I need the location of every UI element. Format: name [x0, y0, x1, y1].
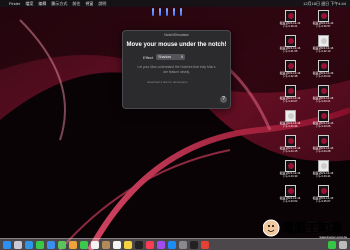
desktop-file-item[interactable]: 截圖 2021-12-16 下午4.43.02	[312, 60, 334, 78]
menu-bar: Finder 檔案 編輯 顯示方式 前往 視窗 說明 12月18日 週日 下午4…	[0, 0, 350, 7]
desktop-file-time: 下午4.44.28	[315, 149, 331, 154]
desktop-file-time: 下午4.41.55	[282, 49, 298, 54]
effect-select-value: Shadow	[158, 55, 172, 59]
desktop-file-item[interactable]: 截圖 2021-12-16 下午4.45.07	[312, 185, 334, 203]
podcasts-icon[interactable]	[157, 240, 165, 249]
messages-icon[interactable]	[36, 240, 44, 249]
menu-item-edit[interactable]: 編輯	[38, 0, 46, 7]
desktop-file-time: 下午4.44.33	[282, 174, 298, 179]
launchpad-icon[interactable]	[14, 240, 22, 249]
popup-description: Let your Mac understand the Notches that…	[137, 65, 216, 74]
contacts-icon[interactable]	[102, 240, 110, 249]
desktop-file-time: 下午4.45.07	[315, 199, 331, 204]
notch-bar-icon	[180, 8, 182, 16]
trash-icon[interactable]	[339, 240, 347, 249]
menu-item-window[interactable]: 視窗	[85, 0, 93, 7]
maps-icon[interactable]	[58, 240, 66, 249]
screenshot-thumbnail-icon	[284, 85, 296, 97]
menu-item-view[interactable]: 顯示方式	[51, 0, 67, 7]
desktop-file-item[interactable]: 截圖 2021-12-16 下午4.43.21	[312, 85, 334, 103]
desktop-file-item[interactable]: 截圖 2021-12-16 下午4.44.41	[312, 160, 334, 178]
desktop-file-time: 下午4.43.44	[282, 124, 298, 129]
screenshot-thumbnail-icon	[284, 35, 296, 47]
calendar-icon[interactable]	[91, 240, 99, 249]
desktop-file-time: 下午4.43.07	[282, 99, 298, 104]
notch-bar-icon	[173, 8, 175, 16]
screenshot-thumbnail-icon	[284, 160, 296, 172]
notch-indicator	[152, 8, 182, 16]
desktop-file-time: 下午4.44.06	[315, 124, 331, 129]
desktop-file-item[interactable]: 截圖 2021-12-16 下午4.40.21	[279, 10, 301, 28]
desktop-file-item[interactable]: 截圖 2021-12-16 下午4.44.52	[279, 185, 301, 203]
desktop-file-item[interactable]: 截圖 2021-12-16 下午4.43.44	[279, 110, 301, 128]
desktop-file-item[interactable]: 截圖 2021-12-16 下午4.41.55	[279, 35, 301, 53]
desktop-file-item[interactable]: 截圖 2021-12-16 下午4.44.15	[279, 135, 301, 153]
desktop-file-item[interactable]: 截圖 2021-12-16 下午4.44.28	[312, 135, 334, 153]
developer-link[interactable]: download a link for developers	[147, 80, 230, 84]
screenshot-thumbnail-icon	[284, 185, 296, 197]
desktop-file-item[interactable]: 截圖 2021-12-16 下午4.43.07	[279, 85, 301, 103]
screenshot-thumbnail-icon	[317, 35, 329, 47]
photos-icon[interactable]	[69, 240, 77, 249]
screenshot-thumbnail-icon	[317, 60, 329, 72]
effect-label: Effect	[143, 54, 154, 60]
desktop-file-time: 下午4.42.38	[282, 74, 298, 79]
screenshot-thumbnail-icon	[284, 110, 296, 122]
menu-item-finder[interactable]: Finder	[9, 0, 20, 7]
settings-icon[interactable]	[179, 240, 187, 249]
screenshot-thumbnail-icon	[284, 10, 296, 22]
desktop-file-time: 下午4.44.52	[282, 199, 298, 204]
music-icon[interactable]	[146, 240, 154, 249]
chevron-updown-icon: ⇕	[180, 55, 184, 59]
desktop-file-time: 下午4.30.57	[315, 24, 331, 29]
notes-icon[interactable]	[124, 240, 132, 249]
desktop-file-time: 下午4.42.13	[315, 49, 331, 54]
watermark-text: 電腦王阿達	[282, 220, 342, 235]
desktop-file-item[interactable]: 截圖 2021-12-16 下午4.42.38	[279, 60, 301, 78]
menu-item-go[interactable]: 前往	[72, 0, 80, 7]
terminal-icon[interactable]	[190, 240, 198, 249]
desktop-file-item[interactable]: 截圖 2021-12-16 下午4.44.33	[279, 160, 301, 178]
window-title: NotchSimulator	[164, 33, 189, 37]
screenshot-thumbnail-icon	[317, 185, 329, 197]
desktop-file-time: 下午4.43.21	[315, 99, 331, 104]
screenshot-thumbnail-icon	[317, 135, 329, 147]
screenshot-thumbnail-icon	[284, 135, 296, 147]
facetime-icon[interactable]	[80, 240, 88, 249]
chrome-icon[interactable]	[201, 240, 209, 249]
desktop-file-time: 下午4.44.41	[315, 174, 331, 179]
mail-icon[interactable]	[47, 240, 55, 249]
notch-simulator-window: NotchSimulator Move your mouse under the…	[122, 30, 231, 109]
dock	[0, 238, 350, 250]
screenshot-thumbnail-icon	[317, 160, 329, 172]
screenshot-thumbnail-icon	[317, 110, 329, 122]
desktop-file-item[interactable]: 截圖 2021-12-16 下午4.44.06	[312, 110, 334, 128]
finder-icon[interactable]	[3, 240, 11, 249]
screenshot-thumbnail-icon	[284, 60, 296, 72]
appstore-icon[interactable]	[168, 240, 176, 249]
menu-item-file[interactable]: 檔案	[25, 0, 33, 7]
menu-item-help[interactable]: 說明	[98, 0, 106, 7]
desktop-file-time: 下午4.43.02	[315, 74, 331, 79]
help-button[interactable]: ?	[220, 96, 227, 103]
safari-icon[interactable]	[25, 240, 33, 249]
effect-row: Effect Shadow ⇕	[143, 54, 230, 60]
line-icon[interactable]	[328, 240, 336, 249]
notch-bar-icon	[166, 8, 168, 16]
notch-bar-icon	[152, 8, 154, 16]
screenshot-thumbnail-icon	[317, 10, 329, 22]
appletv-icon[interactable]	[135, 240, 143, 249]
screenshot-thumbnail-icon	[317, 85, 329, 97]
effect-select[interactable]: Shadow ⇕	[156, 54, 186, 60]
desktop-file-item[interactable]: 截圖 2021-12-16 下午4.30.57	[312, 10, 334, 28]
reminders-icon[interactable]	[113, 240, 121, 249]
notch-bar-icon	[159, 8, 161, 16]
desktop-file-time: 下午4.40.21	[282, 24, 298, 29]
desktop-file-time: 下午4.44.15	[282, 149, 298, 154]
menubar-clock[interactable]: 12月18日 週日 下午4:44	[303, 0, 346, 7]
popup-heading: Move your mouse under the notch!	[126, 42, 227, 48]
desktop-file-item[interactable]: 截圖 2021-12-16 下午4.42.13	[312, 35, 334, 53]
